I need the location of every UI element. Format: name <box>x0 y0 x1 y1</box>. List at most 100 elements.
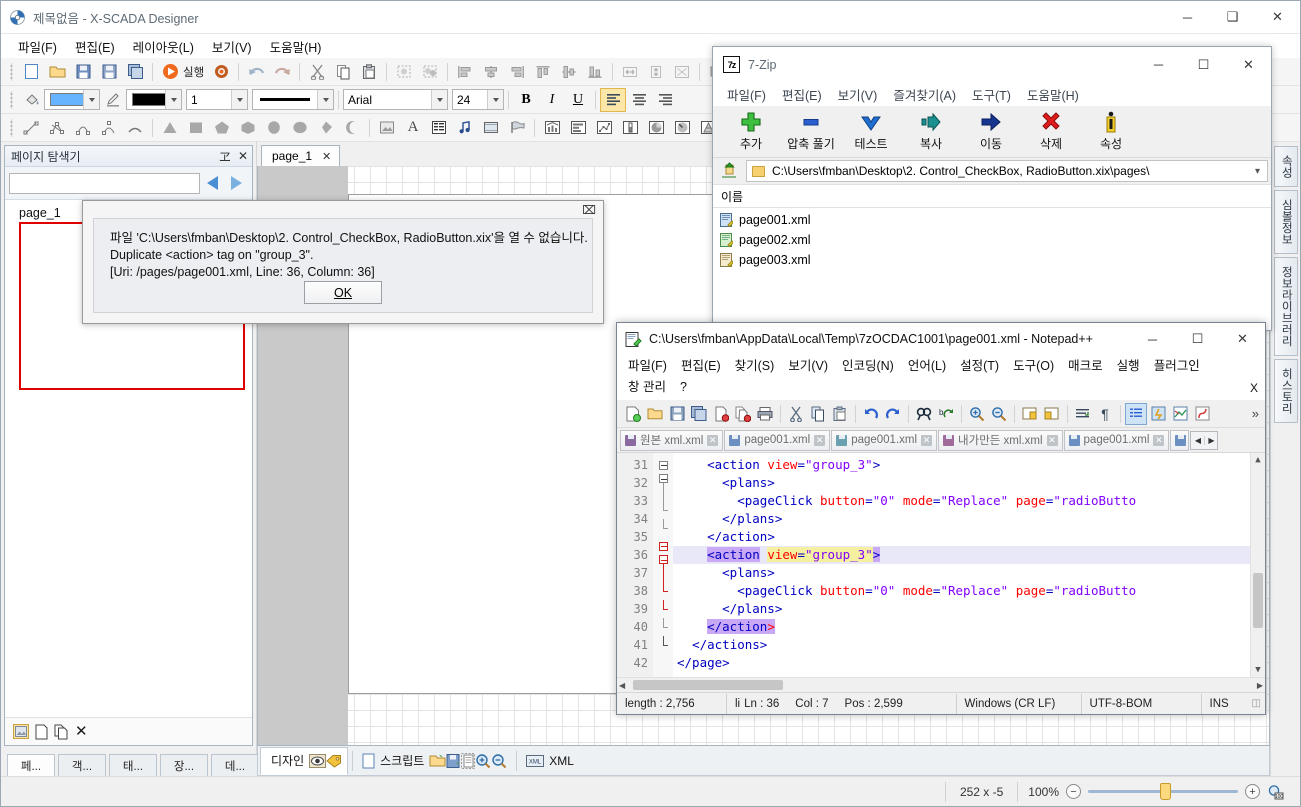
gauge-linear-tool-icon[interactable] <box>617 116 643 140</box>
duplicate-page-icon[interactable] <box>54 724 69 740</box>
sevenzip-window[interactable]: 7z 7-Zip ─ ☐ ✕ 파일(F) 편집(E) 보기(V) 즐겨찾기(A)… <box>712 46 1272 331</box>
paste-icon[interactable] <box>356 60 382 84</box>
table-tool-icon[interactable] <box>426 116 452 140</box>
npp-menubar-close-icon[interactable]: X <box>1250 379 1258 398</box>
npp-open-icon[interactable] <box>644 403 666 425</box>
pentagon-tool-icon[interactable] <box>209 116 235 140</box>
bar-chart-tool-icon[interactable] <box>539 116 565 140</box>
curve-tool-icon[interactable] <box>70 116 96 140</box>
npp-copy-icon[interactable] <box>807 403 829 425</box>
zoom-slider-thumb[interactable] <box>1160 783 1171 800</box>
align-text-left-icon[interactable] <box>600 87 626 112</box>
address-bar[interactable]: C:\Users\fmban\Desktop\2. Control_CheckB… <box>746 160 1268 182</box>
zip-test-button[interactable]: 테스트 <box>841 108 901 156</box>
npp-undo-icon[interactable] <box>860 403 882 425</box>
line-color-combo[interactable] <box>126 89 182 110</box>
design-mode-group[interactable]: 디자인 <box>260 746 349 775</box>
save-icon[interactable] <box>70 60 96 84</box>
npp-paste-icon[interactable] <box>829 403 851 425</box>
resize-grip[interactable]: ◫ <box>1252 698 1265 709</box>
npp-word-wrap-icon[interactable] <box>1072 403 1094 425</box>
npp-zoom-in-icon[interactable] <box>966 403 988 425</box>
vertical-scroll-thumb[interactable] <box>1253 573 1263 628</box>
notepadpp-minimize-button[interactable]: ─ <box>1130 323 1175 356</box>
code-editor[interactable]: 31 32 33 34 35 36 37 38 39 40 41 42 <action view="g… <box>617 452 1265 677</box>
circle-tool-icon[interactable] <box>287 116 313 140</box>
next-page-button[interactable] <box>224 172 248 194</box>
npp-toolbar-overflow[interactable]: » <box>1252 406 1265 421</box>
code-line[interactable]: <action view="group_3"> <box>673 456 1250 474</box>
hbar-chart-tool-icon[interactable] <box>565 116 591 140</box>
zip-add-button[interactable]: 추가 <box>721 108 781 156</box>
sevenzip-close-button[interactable]: ✕ <box>1226 48 1271 81</box>
zip-menu-favorites[interactable]: 즐겨찾기(A) <box>885 82 964 107</box>
parent-folder-button[interactable] <box>716 159 742 183</box>
scroll-up-arrow-icon[interactable]: ▲ <box>1251 453 1265 467</box>
code-line[interactable]: </page> <box>673 654 1250 672</box>
zoom-slider[interactable] <box>1088 783 1238 800</box>
notepadpp-window[interactable]: C:\Users\fmban\AppData\Local\Temp\7zOCDA… <box>616 322 1266 715</box>
npp-tab-close-icon[interactable]: ✕ <box>814 434 826 446</box>
npp-doc-map-icon[interactable] <box>1169 403 1191 425</box>
curve2-tool-icon[interactable] <box>96 116 122 140</box>
notepadpp-close-button[interactable]: ✕ <box>1220 323 1265 356</box>
fold-toggle-icon[interactable] <box>658 541 668 551</box>
npp-tab-mine-xml[interactable]: 내가만든 xml.xml ✕ <box>938 429 1063 451</box>
ok-button[interactable]: OK <box>304 281 382 304</box>
npp-tab-close-icon[interactable]: ✕ <box>1153 434 1165 446</box>
open-script-icon[interactable] <box>429 753 446 768</box>
npp-tab-scroll-left-button[interactable]: ◀ <box>1191 436 1204 445</box>
fill-bucket-icon[interactable] <box>18 88 44 112</box>
new-page-icon[interactable] <box>35 724 48 740</box>
npp-udl-icon[interactable] <box>1147 403 1169 425</box>
xml-mode-group[interactable]: XML XML <box>521 747 584 775</box>
open-file-icon[interactable] <box>44 60 70 84</box>
zip-move-button[interactable]: 이동 <box>961 108 1021 156</box>
gauge-round-tool-icon[interactable] <box>669 116 695 140</box>
address-chevron-down-icon[interactable]: ▾ <box>1255 166 1260 177</box>
run-icon[interactable] <box>157 60 183 84</box>
npp-menu-window[interactable]: 창 관리 <box>621 377 673 398</box>
fill-color-combo[interactable] <box>44 89 100 110</box>
line-color-chevron-down-icon[interactable] <box>165 90 181 109</box>
file-list[interactable]: page001.xml page002.xml page003.xml <box>713 208 1271 330</box>
dock-tab-object[interactable]: 객... <box>58 754 106 776</box>
main-minimize-button[interactable]: ─ <box>1165 1 1210 34</box>
code-line[interactable]: <action view="group_3"> <box>673 546 1250 564</box>
npp-menu-search[interactable]: 찾기(S) <box>728 356 782 377</box>
pie-chart-tool-icon[interactable] <box>643 116 669 140</box>
code-line[interactable]: <pageClick button="0" mode="Replace" pag… <box>673 582 1250 600</box>
document-tab-page1[interactable]: page_1 ✕ <box>261 145 341 166</box>
script-mode-group[interactable]: 스크립트 <box>357 747 512 775</box>
image-tool-icon[interactable] <box>374 116 400 140</box>
line-style-chevron-down-icon[interactable] <box>317 90 333 109</box>
fold-toggle-icon[interactable] <box>658 460 668 470</box>
npp-tab-page001-a[interactable]: page001.xml ✕ <box>724 429 831 451</box>
npp-indent-guide-icon[interactable] <box>1125 402 1147 425</box>
code-line[interactable]: <plans> <box>673 564 1250 582</box>
zoom-in-icon[interactable] <box>475 753 491 769</box>
run-settings-icon[interactable] <box>208 60 234 84</box>
shape-toolbar-grip[interactable] <box>8 118 15 137</box>
pin-icon[interactable]: ヱ <box>219 148 231 165</box>
npp-menu-tools[interactable]: 도구(O) <box>1006 356 1061 377</box>
crescent-tool-icon[interactable] <box>339 116 365 140</box>
flag-tool-icon[interactable] <box>504 116 530 140</box>
npp-save-all-icon[interactable] <box>688 403 710 425</box>
npp-sync-scroll-v-icon[interactable] <box>1019 403 1041 425</box>
save-script-icon[interactable] <box>446 753 461 769</box>
horizontal-scroll-thumb[interactable] <box>633 680 783 690</box>
npp-menu-run[interactable]: 실행 <box>1110 356 1147 377</box>
underline-button[interactable]: U <box>565 88 591 112</box>
npp-function-list-icon[interactable] <box>1191 403 1213 425</box>
arc-tool-icon[interactable] <box>122 116 148 140</box>
list-item[interactable]: page003.xml <box>720 250 1271 270</box>
preview-eye-icon[interactable] <box>309 753 327 768</box>
vtab-properties[interactable]: 속성 <box>1273 146 1298 187</box>
npp-find-icon[interactable] <box>913 403 935 425</box>
npp-show-symbols-icon[interactable]: ¶ <box>1094 403 1116 425</box>
npp-tab-page001-c[interactable]: page001.xml ✕ <box>1063 429 1170 451</box>
npp-cut-icon[interactable] <box>785 403 807 425</box>
dock-tab-device[interactable]: 장... <box>160 754 208 776</box>
line-width-combo[interactable]: 1 <box>186 89 248 110</box>
